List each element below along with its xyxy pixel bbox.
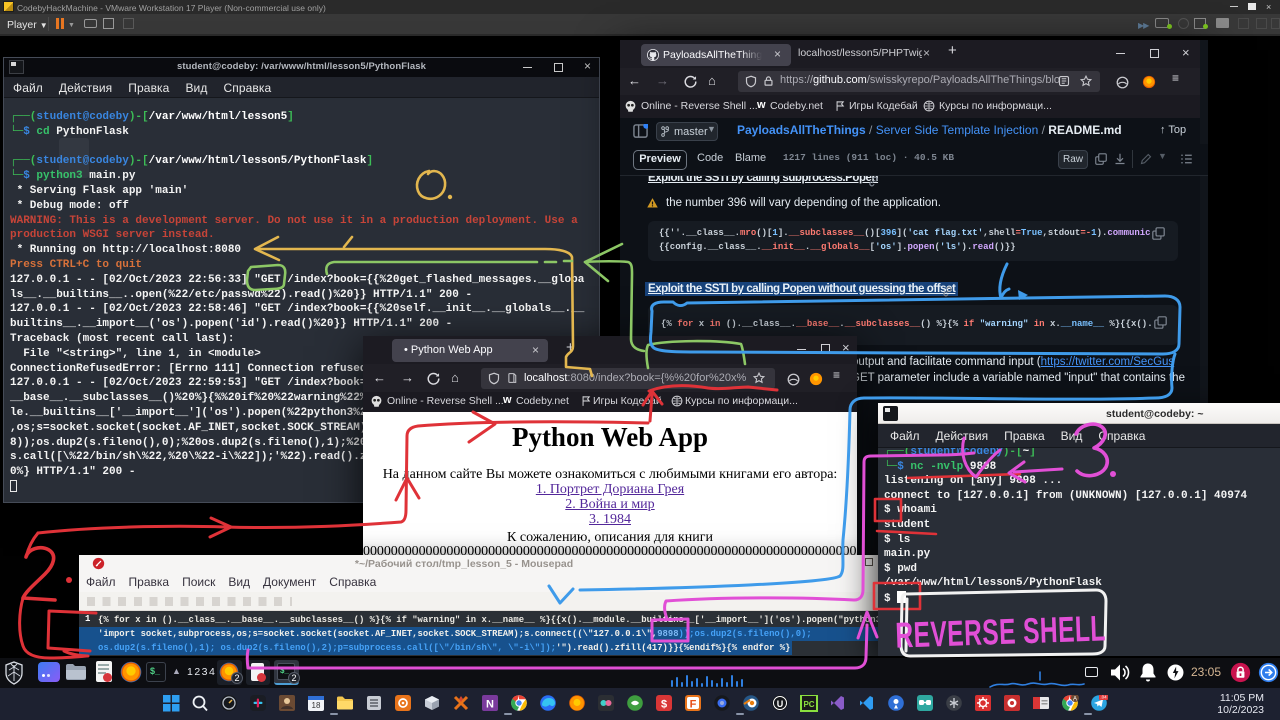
svg-text:18: 18 [312,701,321,710]
svg-text:$: $ [661,699,667,711]
svg-text:U: U [777,699,784,709]
svg-text:F: F [690,699,697,711]
svg-text:N: N [486,699,494,711]
svg-text:.04: .04 [1100,695,1107,700]
svg-text:PC: PC [803,700,814,709]
svg-text:A: A [1073,697,1077,703]
